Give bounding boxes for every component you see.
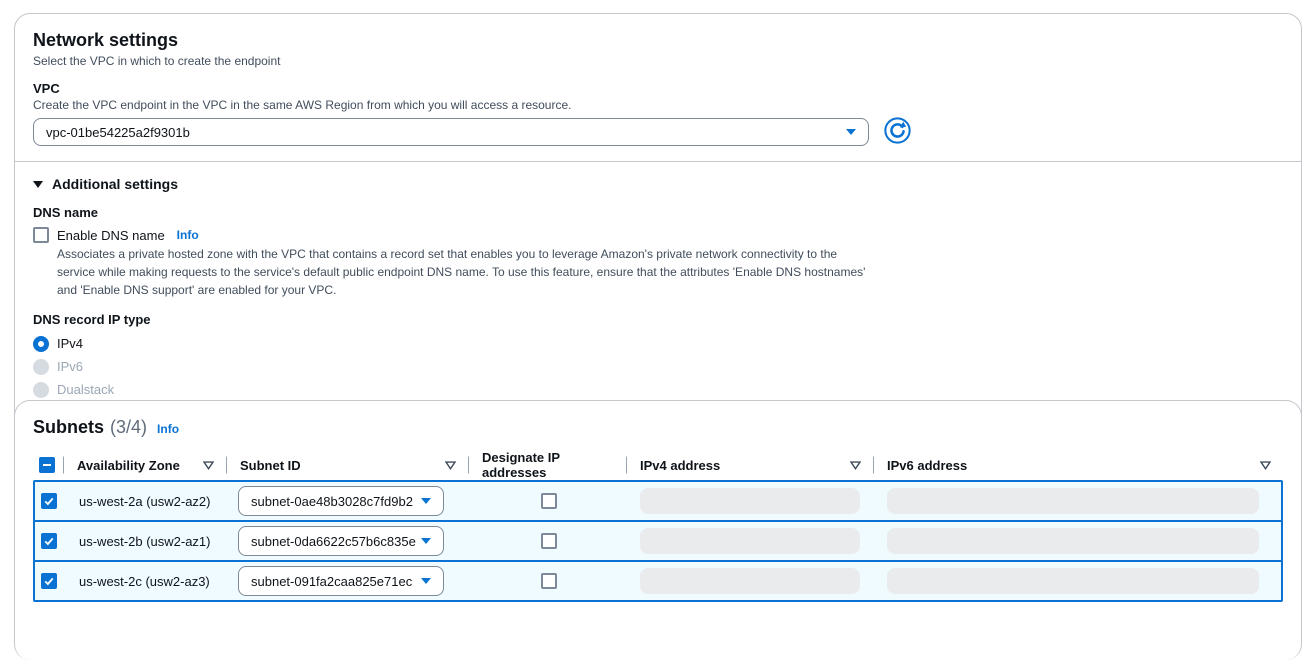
vpc-select-value: vpc-01be54225a2f9301b bbox=[46, 125, 190, 140]
dns-record-ip-type-label: DNS record IP type bbox=[33, 312, 1283, 327]
column-label: Subnet ID bbox=[240, 458, 301, 473]
subnet-id-value: subnet-091fa2caa825e71ec bbox=[251, 574, 412, 589]
radio-label: Dualstack bbox=[57, 382, 114, 397]
row-checkbox[interactable] bbox=[41, 573, 57, 589]
filter-triangle-icon[interactable] bbox=[203, 461, 214, 470]
ipv4-address-input bbox=[640, 568, 860, 594]
radio-label: IPv6 bbox=[57, 359, 83, 374]
subnets-counter: (3/4) bbox=[110, 417, 147, 438]
column-label: Availability Zone bbox=[77, 458, 180, 473]
vpc-description: Create the VPC endpoint in the VPC in th… bbox=[33, 98, 1283, 112]
column-header-availability-zone[interactable]: Availability Zone bbox=[63, 450, 226, 480]
select-all-checkbox[interactable] bbox=[39, 457, 55, 473]
table-header-row: Availability Zone Subnet ID Designate IP… bbox=[33, 450, 1283, 480]
availability-zone-value: us-west-2a (usw2-az2) bbox=[65, 494, 228, 509]
column-label: Designate IP addresses bbox=[482, 450, 614, 480]
radio-option-ipv6: IPv6 bbox=[33, 357, 1283, 376]
expand-caret-down-icon bbox=[33, 181, 43, 188]
page-subtitle: Select the VPC in which to create the en… bbox=[33, 54, 1283, 68]
subnets-table: Availability Zone Subnet ID Designate IP… bbox=[33, 450, 1283, 602]
additional-settings-toggle[interactable]: Additional settings bbox=[33, 176, 1283, 192]
availability-zone-value: us-west-2b (usw2-az1) bbox=[65, 534, 228, 549]
caret-down-icon bbox=[846, 129, 856, 135]
column-header-ipv4-address[interactable]: IPv4 address bbox=[626, 450, 873, 480]
column-header-designate-ip[interactable]: Designate IP addresses bbox=[468, 450, 626, 480]
caret-down-icon bbox=[421, 538, 431, 544]
filter-triangle-icon[interactable] bbox=[445, 461, 456, 470]
column-label: IPv4 address bbox=[640, 458, 720, 473]
page-title: Network settings bbox=[33, 30, 1283, 51]
subnet-id-select[interactable]: subnet-0ae48b3028c7fd9b2 bbox=[238, 486, 444, 516]
caret-down-icon bbox=[421, 578, 431, 584]
radio-disabled-icon bbox=[33, 359, 49, 375]
enable-dns-name-checkbox[interactable] bbox=[33, 227, 49, 243]
caret-down-icon bbox=[421, 498, 431, 504]
subnet-id-value: subnet-0da6622c57b6c835e bbox=[251, 534, 416, 549]
dns-name-label: DNS name bbox=[33, 205, 1283, 220]
row-checkbox[interactable] bbox=[41, 533, 57, 549]
ipv6-address-input bbox=[887, 528, 1259, 554]
subnets-card: Subnets (3/4) Info Availability Zone Sub… bbox=[14, 400, 1302, 660]
subnet-row: us-west-2a (usw2-az2) subnet-0ae48b3028c… bbox=[33, 480, 1283, 522]
section-divider bbox=[15, 161, 1301, 162]
column-header-ipv6-address[interactable]: IPv6 address bbox=[873, 450, 1283, 480]
designate-ip-checkbox[interactable] bbox=[541, 493, 557, 509]
designate-ip-checkbox[interactable] bbox=[541, 573, 557, 589]
subnet-row: us-west-2c (usw2-az3) subnet-091fa2caa82… bbox=[33, 560, 1283, 602]
radio-label: IPv4 bbox=[57, 336, 83, 351]
availability-zone-value: us-west-2c (usw2-az3) bbox=[65, 574, 228, 589]
subnet-id-value: subnet-0ae48b3028c7fd9b2 bbox=[251, 494, 413, 509]
radio-disabled-icon bbox=[33, 382, 49, 398]
network-settings-card: Network settings Select the VPC in which… bbox=[14, 13, 1302, 439]
vpc-select[interactable]: vpc-01be54225a2f9301b bbox=[33, 118, 869, 146]
radio-option-dualstack: Dualstack bbox=[33, 380, 1283, 399]
dns-name-info-link[interactable]: Info bbox=[177, 228, 199, 242]
dns-name-description: Associates a private hosted zone with th… bbox=[57, 245, 875, 299]
radio-selected-icon bbox=[33, 336, 49, 352]
refresh-button[interactable] bbox=[882, 117, 912, 147]
designate-ip-checkbox[interactable] bbox=[541, 533, 557, 549]
ipv6-address-input bbox=[887, 488, 1259, 514]
column-header-subnet-id[interactable]: Subnet ID bbox=[226, 450, 468, 480]
radio-option-ipv4[interactable]: IPv4 bbox=[33, 334, 1283, 353]
ipv6-address-input bbox=[887, 568, 1259, 594]
subnets-info-link[interactable]: Info bbox=[157, 422, 179, 436]
subnet-id-select[interactable]: subnet-0da6622c57b6c835e bbox=[238, 526, 444, 556]
refresh-icon bbox=[884, 117, 911, 147]
subnet-id-select[interactable]: subnet-091fa2caa825e71ec bbox=[238, 566, 444, 596]
filter-triangle-icon[interactable] bbox=[1260, 461, 1271, 470]
filter-triangle-icon[interactable] bbox=[850, 461, 861, 470]
vpc-label: VPC bbox=[33, 81, 1283, 96]
row-checkbox[interactable] bbox=[41, 493, 57, 509]
subnet-row: us-west-2b (usw2-az1) subnet-0da6622c57b… bbox=[33, 520, 1283, 562]
ipv4-address-input bbox=[640, 488, 860, 514]
subnets-title: Subnets bbox=[33, 417, 104, 438]
ipv4-address-input bbox=[640, 528, 860, 554]
column-label: IPv6 address bbox=[887, 458, 967, 473]
additional-settings-title: Additional settings bbox=[52, 176, 178, 192]
enable-dns-name-label: Enable DNS name bbox=[57, 228, 165, 243]
